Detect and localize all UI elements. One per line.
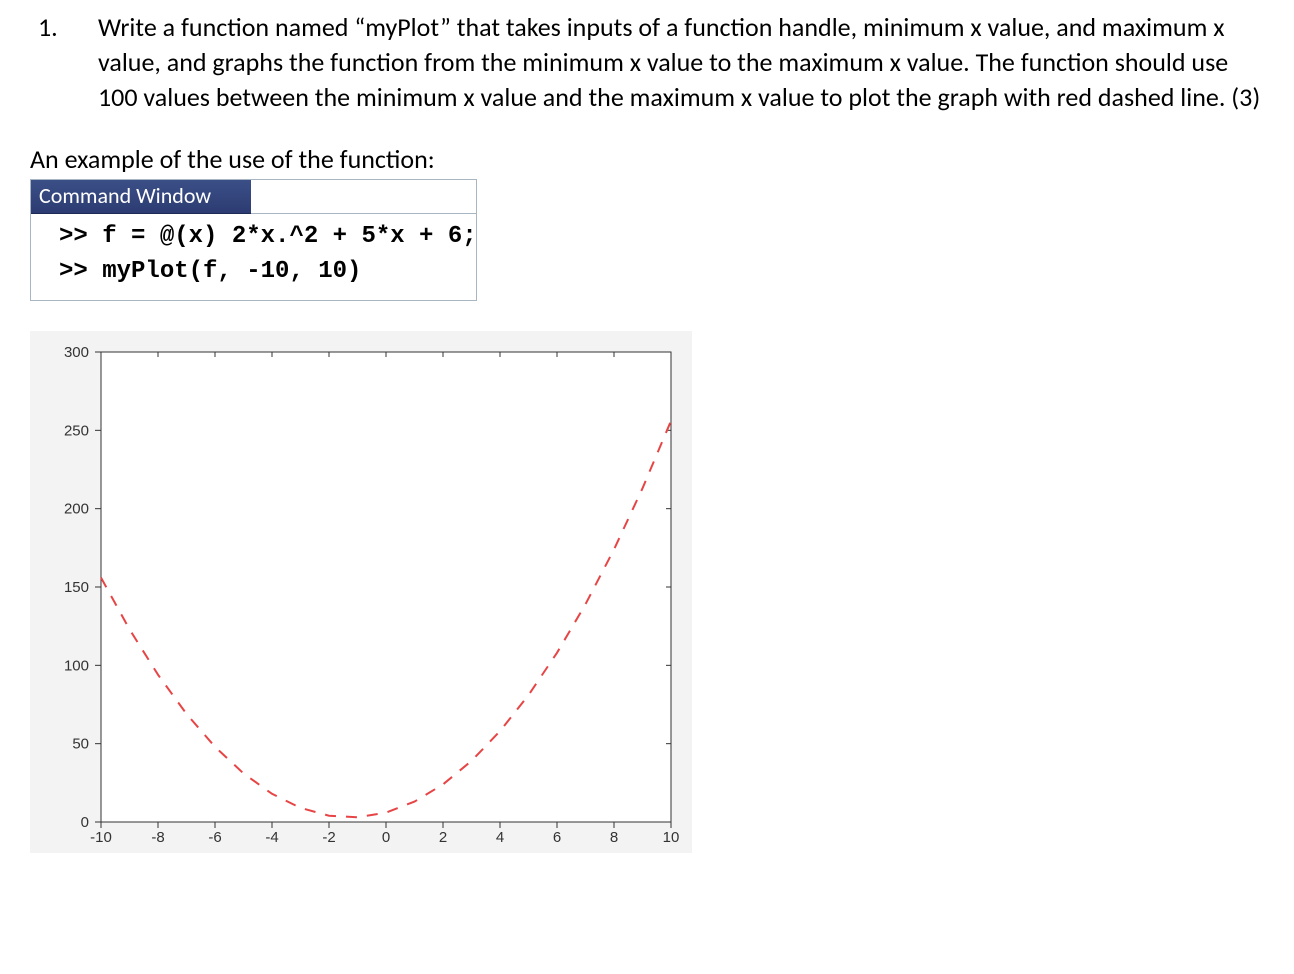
x-tick-label: 4 <box>496 829 504 846</box>
command-window: Command Window >> f = @(x) 2*x.^2 + 5*x … <box>30 179 477 301</box>
x-tick-label: -8 <box>151 829 164 846</box>
x-tick-label: -4 <box>265 829 278 846</box>
command-line-1: >> f = @(x) 2*x.^2 + 5*x + 6; <box>59 223 477 250</box>
y-tick-label: 200 <box>64 501 89 518</box>
x-tick-label: 8 <box>610 829 618 846</box>
x-tick-label: 6 <box>553 829 561 846</box>
x-tick-label: 0 <box>382 829 390 846</box>
y-tick-label: 100 <box>64 657 89 674</box>
plot-area <box>101 352 671 822</box>
x-tick-label: 10 <box>663 829 680 846</box>
y-tick-label: 50 <box>72 736 89 753</box>
plot-figure: 0 50 100 150 200 250 300 -10 -8 -6 -4 -2 0 2 4 6 8 10 <box>30 331 692 853</box>
command-window-title-spacer <box>251 180 476 214</box>
question-block: 1. Write a function named “myPlot” that … <box>30 10 1264 115</box>
x-tick-label: -6 <box>208 829 221 846</box>
question-text: Write a function named “myPlot” that tak… <box>98 10 1264 115</box>
page: 1. Write a function named “myPlot” that … <box>0 0 1294 974</box>
command-window-body: >> f = @(x) 2*x.^2 + 5*x + 6; >> myPlot(… <box>31 214 476 300</box>
command-window-title: Command Window <box>31 180 251 214</box>
command-line-2: >> myPlot(f, -10, 10) <box>59 258 361 285</box>
question-number: 1. <box>30 10 98 115</box>
example-intro: An example of the use of the function: <box>30 143 1264 175</box>
y-tick-label: 300 <box>64 344 89 361</box>
y-tick-label: 150 <box>64 579 89 596</box>
y-tick-label: 0 <box>81 814 89 831</box>
x-tick-label: -2 <box>322 829 335 846</box>
y-tick-label: 250 <box>64 422 89 439</box>
x-tick-label: 2 <box>439 829 447 846</box>
x-tick-label: -10 <box>90 829 112 846</box>
plot-svg: 0 50 100 150 200 250 300 -10 -8 -6 -4 -2 0 2 4 6 8 10 <box>31 332 691 852</box>
